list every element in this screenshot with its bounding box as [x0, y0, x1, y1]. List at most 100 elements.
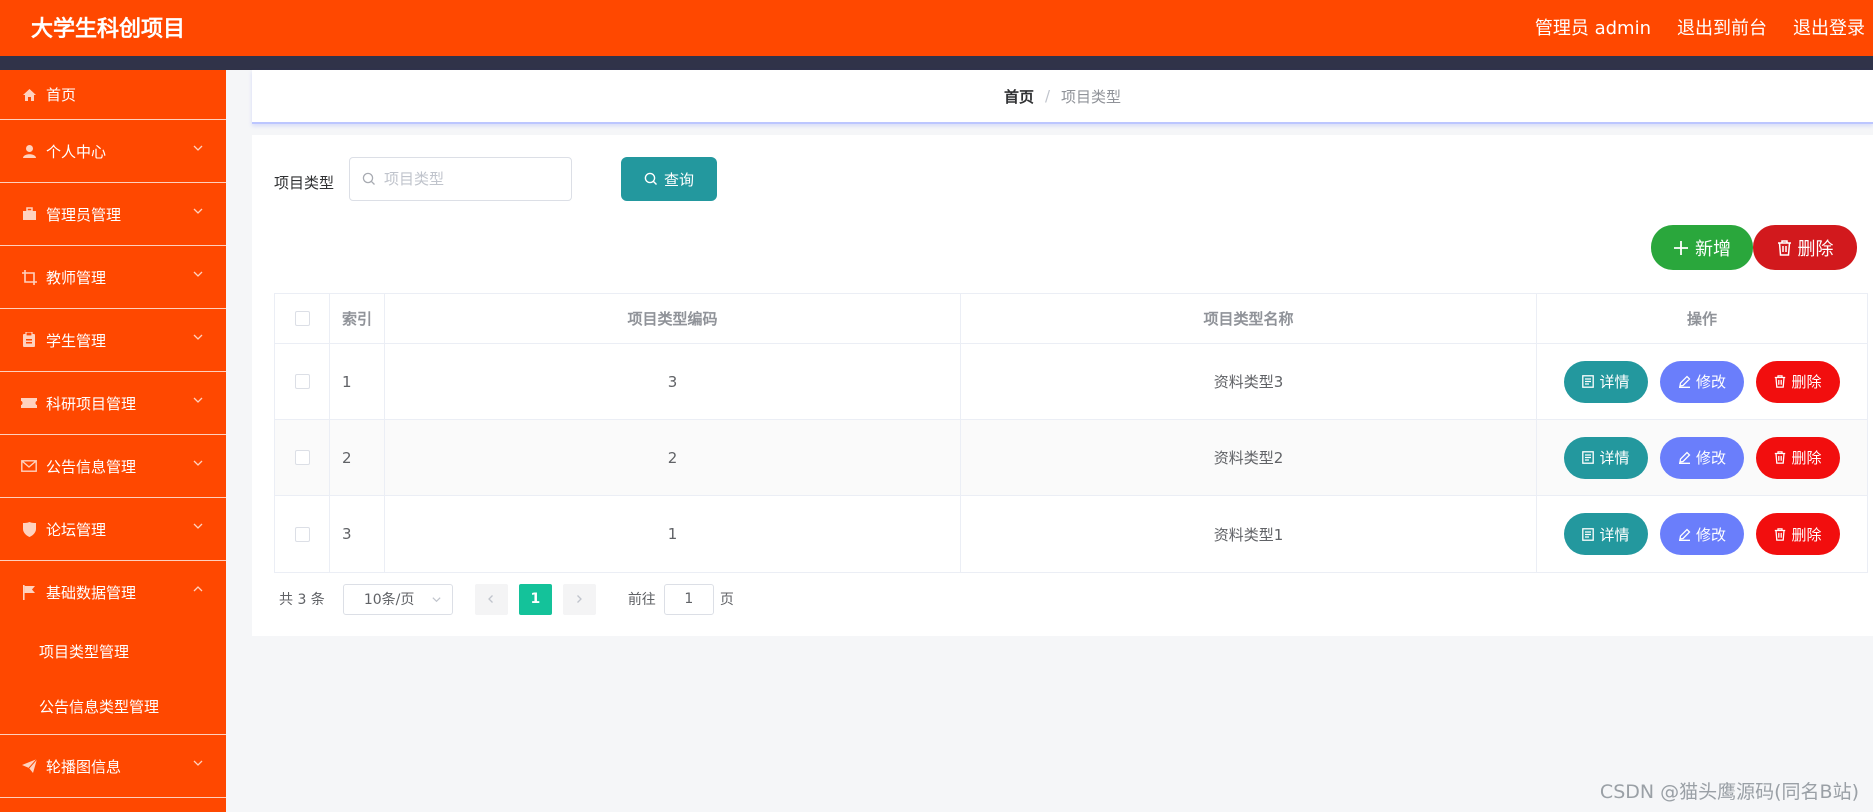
row-checkbox[interactable] [294, 374, 310, 389]
sidebar-subitem-project-types[interactable]: 项目类型管理 [0, 624, 226, 679]
chevron-down-icon [193, 760, 203, 766]
next-page-button[interactable] [562, 583, 596, 615]
header-name: 项目类型名称 [961, 294, 1537, 343]
chevron-down-icon [193, 460, 203, 466]
sidebar-item-label: 轮播图信息 [46, 757, 122, 776]
flag-icon [21, 585, 37, 601]
prev-page-button[interactable] [474, 583, 508, 615]
goto-page-input[interactable]: 1 [663, 583, 714, 615]
cell-ops: 详情 修改 删除 [1537, 420, 1867, 495]
cell-index: 3 [330, 496, 385, 572]
document-icon [1582, 451, 1595, 464]
chevron-down-icon [193, 334, 203, 340]
edit-button[interactable]: 修改 [1660, 436, 1744, 479]
sidebar-item-label: 个人中心 [46, 142, 107, 161]
detail-button[interactable]: 详情 [1564, 513, 1648, 555]
sidebar-item-research-projects[interactable]: 科研项目管理 [0, 372, 226, 435]
table-row: 1 3 资料类型3 详情 修改 删除 [275, 344, 1867, 420]
header-actions: 管理员 admin 退出到前台 退出登录 [1535, 14, 1865, 40]
query-button[interactable]: 查询 [621, 157, 717, 201]
breadcrumb-current: 项目类型 [1061, 87, 1122, 106]
detail-label: 详情 [1599, 525, 1630, 544]
detail-label: 详情 [1599, 449, 1630, 467]
chevron-left-icon [488, 595, 494, 603]
edit-label: 修改 [1695, 525, 1726, 544]
trash-icon [1777, 239, 1791, 256]
delete-button[interactable]: 删除 [1756, 360, 1840, 403]
user-icon [21, 143, 37, 159]
sidebar-item-announcements[interactable]: 公告信息管理 [0, 435, 226, 498]
sidebar-item-forum[interactable]: 论坛管理 [0, 498, 226, 561]
document-icon [1582, 527, 1595, 541]
chevron-down-icon [193, 271, 203, 277]
trash-icon [1775, 375, 1786, 388]
detail-label: 详情 [1599, 373, 1630, 391]
edit-button[interactable]: 修改 [1660, 360, 1744, 403]
add-button[interactable]: 新增 [1651, 225, 1753, 270]
sidebar-item-carousel[interactable]: 轮播图信息 [0, 735, 226, 798]
content-card: 项目类型 查询 新增 删除 索引 项目类型编码 项目类型名称 操作 1 3 资料… [252, 135, 1873, 636]
table-row: 2 2 资料类型2 详情 修改 删除 [275, 420, 1867, 496]
delete-label: 删除 [1791, 373, 1822, 391]
sidebar-item-label: 学生管理 [46, 331, 107, 350]
row-checkbox[interactable] [294, 526, 310, 542]
sidebar-item-admins[interactable]: 管理员管理 [0, 183, 226, 246]
cell-name: 资料类型1 [961, 496, 1537, 572]
edit-button[interactable]: 修改 [1660, 513, 1744, 555]
sidebar-item-base-data[interactable]: 基础数据管理 [0, 561, 226, 624]
page-number-active[interactable]: 1 [518, 583, 552, 615]
search-field[interactable] [349, 157, 572, 201]
detail-button[interactable]: 详情 [1564, 360, 1648, 403]
delete-button[interactable]: 删除 [1756, 436, 1840, 479]
pencil-icon [1678, 528, 1691, 541]
ticket-icon [21, 395, 37, 411]
breadcrumb-home[interactable]: 首页 [1004, 86, 1034, 107]
batch-delete-button[interactable]: 删除 [1753, 225, 1857, 270]
header-index: 索引 [330, 294, 385, 343]
edit-label: 修改 [1695, 449, 1726, 467]
row-checkbox-cell [275, 420, 330, 495]
sidebar-submenu: 项目类型管理 公告信息类型管理 [0, 624, 226, 735]
chevron-down-icon [432, 596, 441, 602]
sidebar-item-teachers[interactable]: 教师管理 [0, 246, 226, 309]
sidebar-item-label: 科研项目管理 [46, 394, 137, 413]
user-label[interactable]: 管理员 admin [1535, 14, 1651, 40]
top-bar: 大学生科创项目 管理员 admin 退出到前台 退出登录 [0, 0, 1873, 56]
header-code: 项目类型编码 [385, 294, 961, 343]
row-checkbox-cell [275, 496, 330, 572]
logout-link[interactable]: 退出登录 [1793, 14, 1865, 40]
app-title: 大学生科创项目 [31, 17, 186, 42]
breadcrumb: 首页 / 项目类型 [252, 70, 1873, 124]
chevron-right-icon [577, 595, 583, 603]
cell-ops: 详情 修改 删除 [1537, 496, 1867, 572]
briefcase-icon [21, 206, 37, 222]
row-checkbox[interactable] [294, 450, 310, 465]
table-header: 索引 项目类型编码 项目类型名称 操作 [275, 294, 1867, 344]
sidebar-item-profile[interactable]: 个人中心 [0, 120, 226, 183]
chevron-up-icon [193, 586, 203, 592]
detail-button[interactable]: 详情 [1564, 436, 1648, 479]
sidebar-subitem-announcement-types[interactable]: 公告信息类型管理 [0, 679, 226, 734]
header-ops: 操作 [1686, 310, 1717, 328]
trash-icon [1775, 451, 1786, 464]
sidebar-item-label: 管理员管理 [46, 205, 122, 224]
cell-code: 2 [385, 420, 961, 495]
select-all-checkbox[interactable] [294, 311, 310, 326]
clipboard-icon [21, 332, 37, 348]
sidebar-item-label: 首页 [46, 86, 77, 104]
search-icon [644, 172, 657, 185]
sidebar-item-home[interactable]: 首页 [0, 70, 226, 120]
pencil-icon [1678, 375, 1691, 388]
sidebar-item-students[interactable]: 学生管理 [0, 309, 226, 372]
nav-divider [0, 56, 1873, 70]
breadcrumb-separator: / [1044, 87, 1051, 105]
cell-index: 2 [330, 420, 385, 495]
delete-button[interactable]: 删除 [1756, 513, 1840, 555]
cell-name: 资料类型2 [961, 420, 1537, 495]
cell-ops: 详情 修改 删除 [1537, 344, 1867, 419]
to-frontend-link[interactable]: 退出到前台 [1677, 14, 1767, 40]
search-input[interactable] [384, 170, 564, 188]
crop-icon [21, 269, 37, 285]
page-size-select[interactable]: 10条/页 [342, 583, 453, 615]
pagination: 共 3 条 10条/页 1 前往 1 页 [274, 583, 734, 615]
